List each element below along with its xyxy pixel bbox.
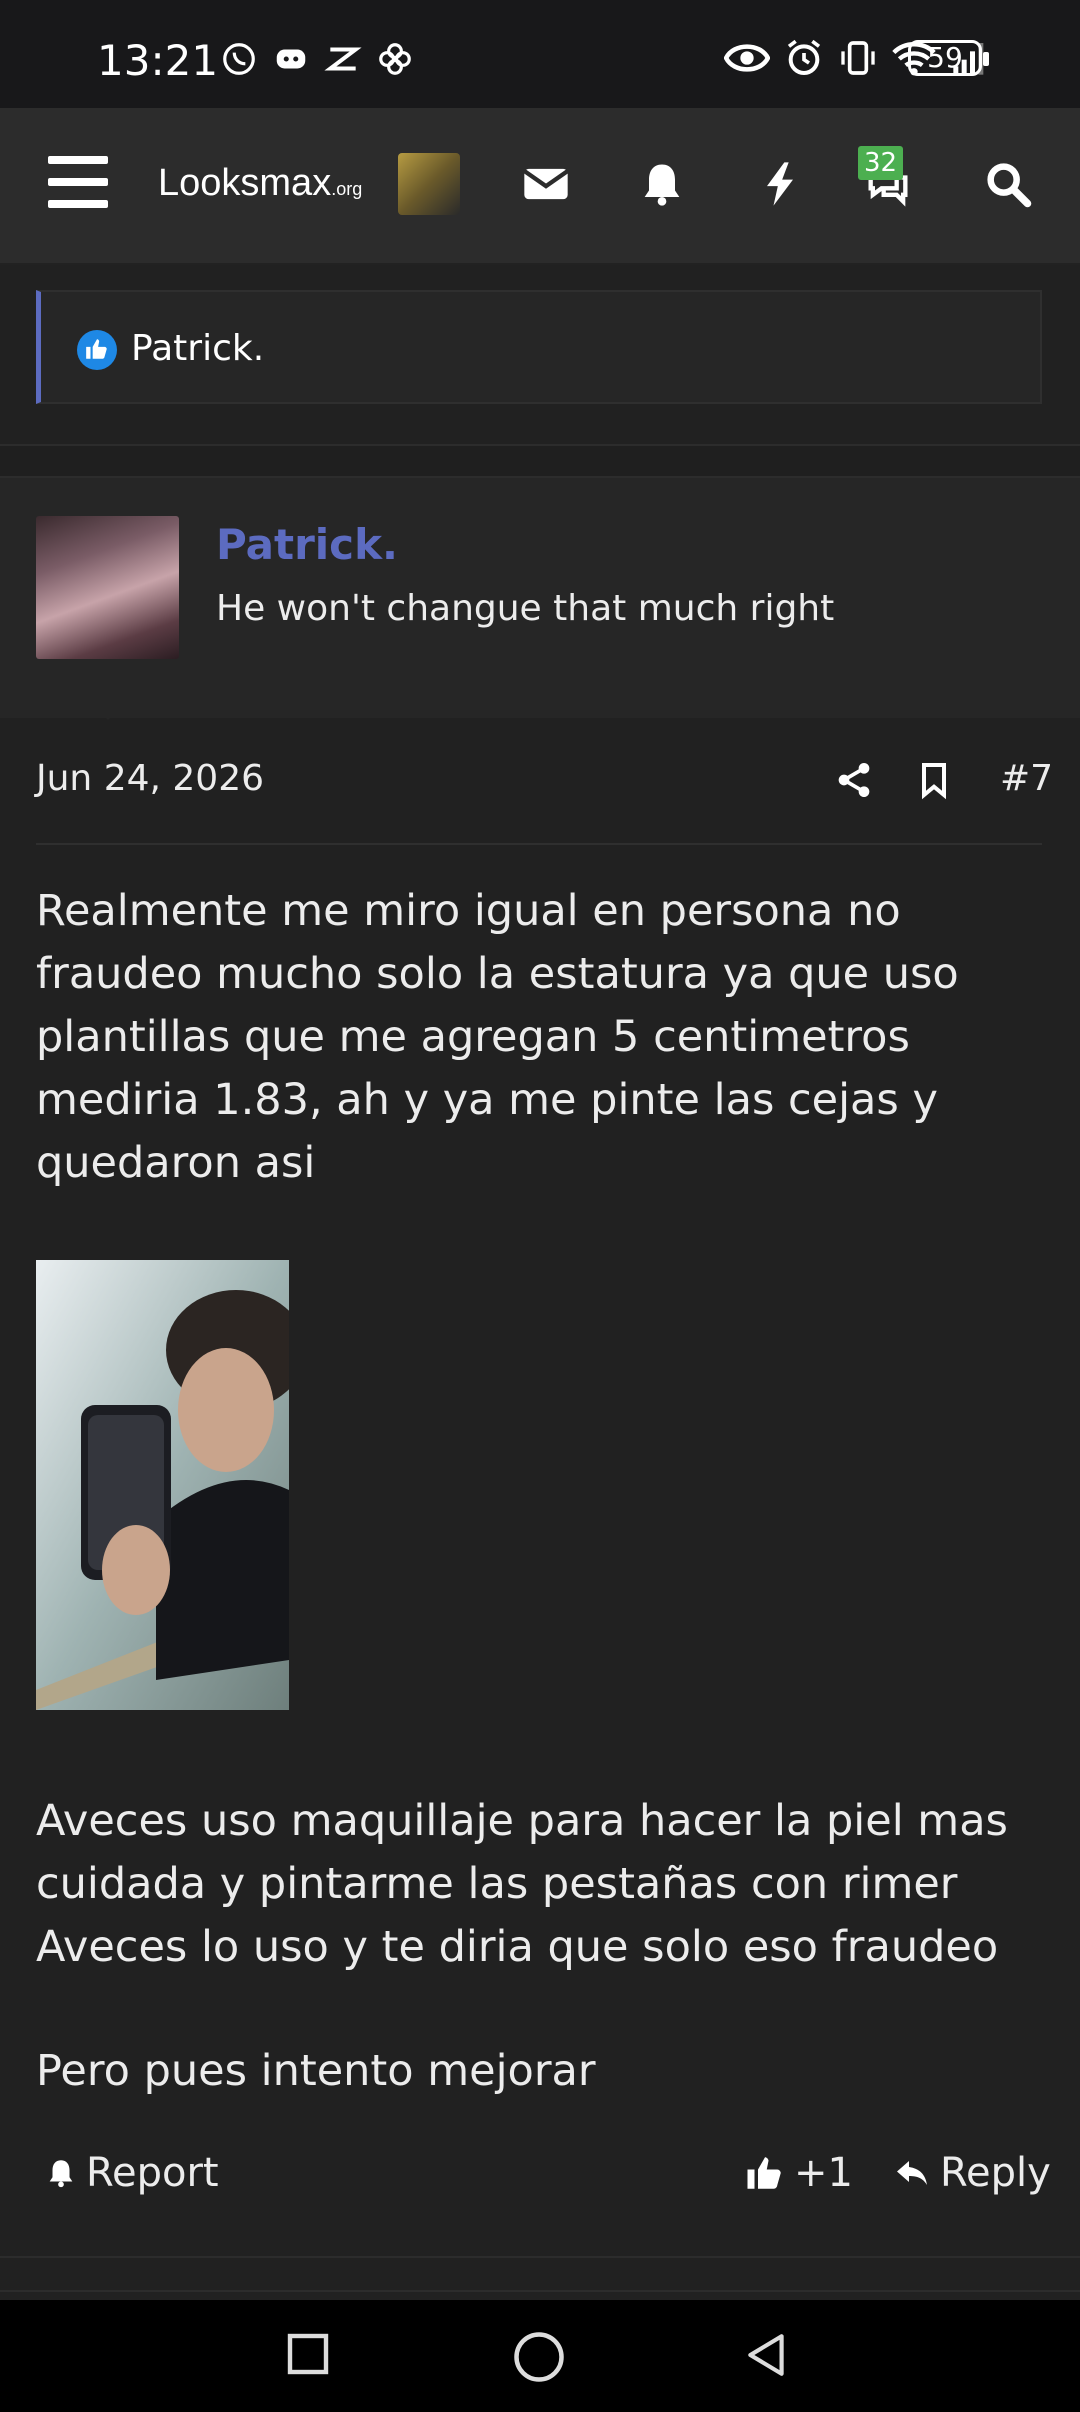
- like-count: +1: [794, 2150, 853, 2196]
- back-icon[interactable]: [742, 2330, 792, 2380]
- selfie-photo: [36, 1260, 289, 1710]
- reply-label: Reply: [940, 2150, 1051, 2196]
- post-paragraph-2-line-1: Aveces uso maquillaje para hacer la piel…: [36, 1796, 1008, 1909]
- logo-suffix: .org: [331, 179, 363, 199]
- mail-icon[interactable]: [520, 158, 572, 210]
- thumbs-up-icon: [747, 2157, 781, 2189]
- report-label: Report: [86, 2150, 219, 2196]
- whatsapp-icon: [223, 43, 255, 75]
- site-header: Looksmax.org 32: [0, 108, 1080, 265]
- discord-icon: [276, 49, 306, 69]
- reply-button[interactable]: Reply: [892, 2150, 1051, 2196]
- post-attached-image[interactable]: [36, 1260, 289, 1710]
- meta-separator: [36, 843, 1042, 845]
- report-bell-icon: [49, 2160, 73, 2188]
- reaction-user[interactable]: Patrick.: [131, 328, 264, 369]
- conversations-badge: 32: [858, 146, 904, 180]
- post-bottom-separator: [0, 2256, 1080, 2258]
- status-time: 13:21: [97, 36, 219, 85]
- author-pointer: [78, 690, 138, 720]
- home-icon[interactable]: [512, 2330, 566, 2384]
- system-nav-bar: [0, 2300, 1080, 2412]
- report-button[interactable]: Report: [44, 2150, 219, 2196]
- like-button[interactable]: +1: [744, 2150, 853, 2196]
- author-avatar[interactable]: [36, 516, 179, 659]
- vibrate-icon: [841, 41, 875, 75]
- reply-arrow-icon: [897, 2161, 927, 2185]
- reactions-bar[interactable]: Patrick.: [36, 290, 1042, 404]
- like-reaction-icon: [77, 330, 117, 370]
- search-icon[interactable]: [982, 158, 1034, 210]
- bell-icon[interactable]: [636, 158, 688, 210]
- bolt-icon[interactable]: [754, 158, 806, 210]
- post-paragraph-3: Pero pues intento mejorar: [36, 2046, 596, 2096]
- author-title: He won't changue that much right: [216, 588, 835, 629]
- post-paragraph-1: Realmente me miro igual en persona no fr…: [36, 886, 959, 1188]
- menu-icon[interactable]: [48, 156, 108, 208]
- battery-indicator: 59: [908, 40, 989, 76]
- alarm-icon: [787, 39, 821, 75]
- next-post-edge: [0, 2290, 1080, 2292]
- post-paragraph-2-line-2: Aveces lo uso y te diria que solo eso fr…: [36, 1922, 999, 1972]
- post-paragraph-2: Aveces uso maquillaje para hacer la piel…: [36, 1790, 1046, 1979]
- notification-icons: [220, 40, 414, 78]
- post-author-bar: Patrick. He won't changue that much righ…: [0, 478, 1080, 718]
- site-logo[interactable]: Looksmax.org: [158, 162, 362, 205]
- author-name[interactable]: Patrick.: [216, 520, 398, 569]
- post-number[interactable]: #7: [1000, 758, 1053, 799]
- bookmark-icon[interactable]: [914, 758, 954, 802]
- recents-icon[interactable]: [284, 2330, 332, 2378]
- pinwheel-icon: [379, 43, 411, 75]
- status-bar: 13:21 59: [0, 0, 1080, 108]
- share-icon[interactable]: [834, 758, 874, 802]
- capcut-icon: [324, 47, 362, 71]
- post-date[interactable]: Jun 24, 2026: [36, 758, 264, 799]
- post-divider: [0, 444, 1080, 478]
- eye-icon: [724, 44, 770, 72]
- account-avatar[interactable]: [398, 153, 460, 215]
- logo-main: Looksmax: [158, 162, 332, 204]
